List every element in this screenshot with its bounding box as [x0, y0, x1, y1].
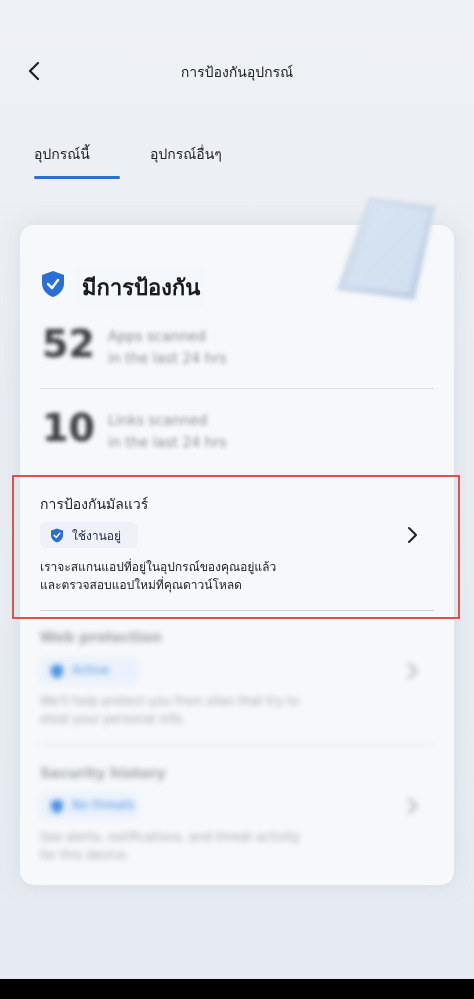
shield-check-icon: [51, 664, 63, 679]
header: การป้องกันอุปกรณ์: [0, 0, 474, 140]
web-protection-title: Web protection: [40, 630, 162, 646]
system-navigation-bar: [0, 979, 474, 999]
malware-description: เราจะสแกนแอปที่อยู่ในอุปกรณ์ของคุณอยู่แล…: [40, 560, 277, 592]
malware-protection-title: การป้องกันมัลแวร์: [40, 497, 149, 513]
web-status-text: Active: [72, 663, 110, 677]
page-title: การป้องกันอุปกรณ์: [180, 65, 294, 81]
divider: [40, 744, 434, 745]
history-status-badge: No threats: [40, 793, 138, 819]
active-tab-indicator: [34, 176, 120, 179]
chevron-right-icon[interactable]: [405, 525, 419, 545]
tab-other-devices[interactable]: อุปกรณ์อื่นๆ: [150, 144, 222, 166]
security-history-title: Security history: [40, 766, 166, 782]
chevron-right-icon[interactable]: [405, 796, 419, 816]
malware-status-text: ใช้งานอยู่: [72, 529, 122, 543]
shield-check-icon: [51, 799, 63, 814]
malware-status-badge: ใช้งานอยู่: [40, 522, 138, 548]
tab-this-device[interactable]: อุปกรณ์นี้: [34, 144, 90, 166]
divider: [40, 610, 434, 611]
chevron-right-icon[interactable]: [405, 661, 419, 681]
status-label: มีการป้องกัน: [76, 268, 207, 307]
divider: [40, 388, 434, 389]
web-protection-description: We'll help protect you from sites that t…: [40, 694, 300, 726]
apps-scanned-count: 52: [42, 322, 95, 366]
security-history-description: See alerts, notifications, and threat ac…: [40, 830, 301, 862]
apps-scanned-label: Apps scanned in the last 24 hrs: [108, 329, 227, 367]
tab-bar: อุปกรณ์นี้ อุปกรณ์อื่นๆ: [0, 140, 474, 184]
links-scanned-count: 10: [42, 406, 95, 450]
shield-check-icon: [51, 528, 63, 543]
history-status-text: No threats: [72, 798, 135, 812]
phone-illustration-icon: [336, 197, 436, 301]
web-status-badge: Active: [40, 658, 138, 684]
shield-check-icon: [42, 271, 64, 297]
links-scanned-label: Links scanned in the last 24 hrs: [108, 413, 227, 451]
